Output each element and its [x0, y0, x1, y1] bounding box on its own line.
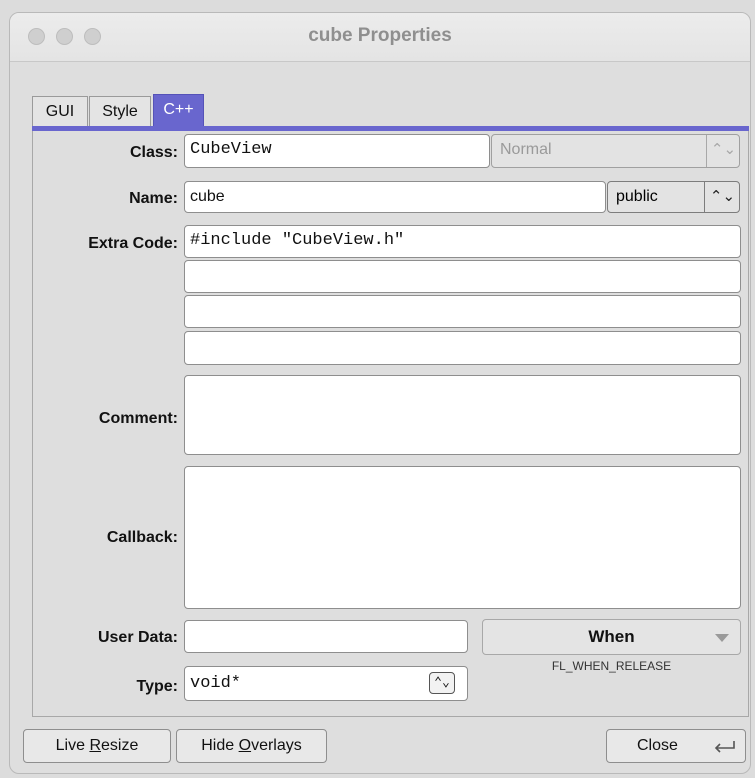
visibility-value: public	[616, 188, 658, 205]
visibility-select[interactable]: public ⌃⌄	[607, 181, 740, 213]
tab-gui[interactable]: GUI	[32, 96, 88, 127]
class-mode-value: Normal	[500, 141, 552, 158]
class-input[interactable]: CubeView	[184, 134, 490, 168]
live-resize-button[interactable]: Live Resize	[23, 729, 171, 763]
type-dropdown-button[interactable]: ⌃⌄	[429, 672, 455, 694]
class-mode-select[interactable]: Normal ⌃⌄	[491, 134, 740, 168]
updown-chevron-icon: ⌃⌄	[709, 188, 736, 205]
when-value: FL_WHEN_RELEASE	[551, 659, 672, 673]
callback-label: Callback:	[106, 529, 178, 546]
close-button-label: Close	[637, 737, 678, 754]
user-data-input[interactable]	[184, 620, 468, 653]
extra-code-line-3[interactable]	[184, 295, 741, 328]
type-input[interactable]: void* ⌃⌄	[184, 666, 468, 701]
class-label: Class:	[129, 144, 178, 161]
hide-overlays-button[interactable]: Hide Overlays	[176, 729, 327, 763]
extra-code-line-4[interactable]	[184, 331, 741, 365]
name-input[interactable]: cube	[184, 181, 606, 213]
extra-code-label: Extra Code:	[88, 235, 178, 252]
type-value: void*	[190, 674, 242, 693]
return-key-icon	[714, 741, 735, 753]
close-button[interactable]: Close	[606, 729, 746, 763]
comment-textarea[interactable]	[184, 375, 741, 455]
user-data-label: User Data:	[97, 629, 178, 646]
updown-chevron-icon: ⌃⌄	[434, 675, 450, 690]
window-title: cube Properties	[308, 25, 452, 46]
comment-label: Comment:	[98, 410, 178, 427]
name-label: Name:	[129, 190, 178, 207]
when-label: When	[588, 627, 635, 646]
when-menu-button[interactable]: When	[482, 619, 741, 655]
callback-textarea[interactable]	[184, 466, 741, 609]
chevron-down-icon	[715, 634, 729, 642]
tab-cpp[interactable]: C++	[153, 94, 204, 127]
properties-window: cube Properties GUI Style C++ Class: Cub…	[9, 12, 751, 774]
extra-code-line-1[interactable]: #include "CubeView.h"	[184, 225, 741, 258]
tab-style[interactable]: Style	[89, 96, 151, 127]
updown-chevron-icon: ⌃⌄	[710, 141, 737, 158]
extra-code-line-2[interactable]	[184, 260, 741, 293]
type-label: Type:	[136, 678, 178, 695]
title-bar: cube Properties	[10, 13, 750, 62]
